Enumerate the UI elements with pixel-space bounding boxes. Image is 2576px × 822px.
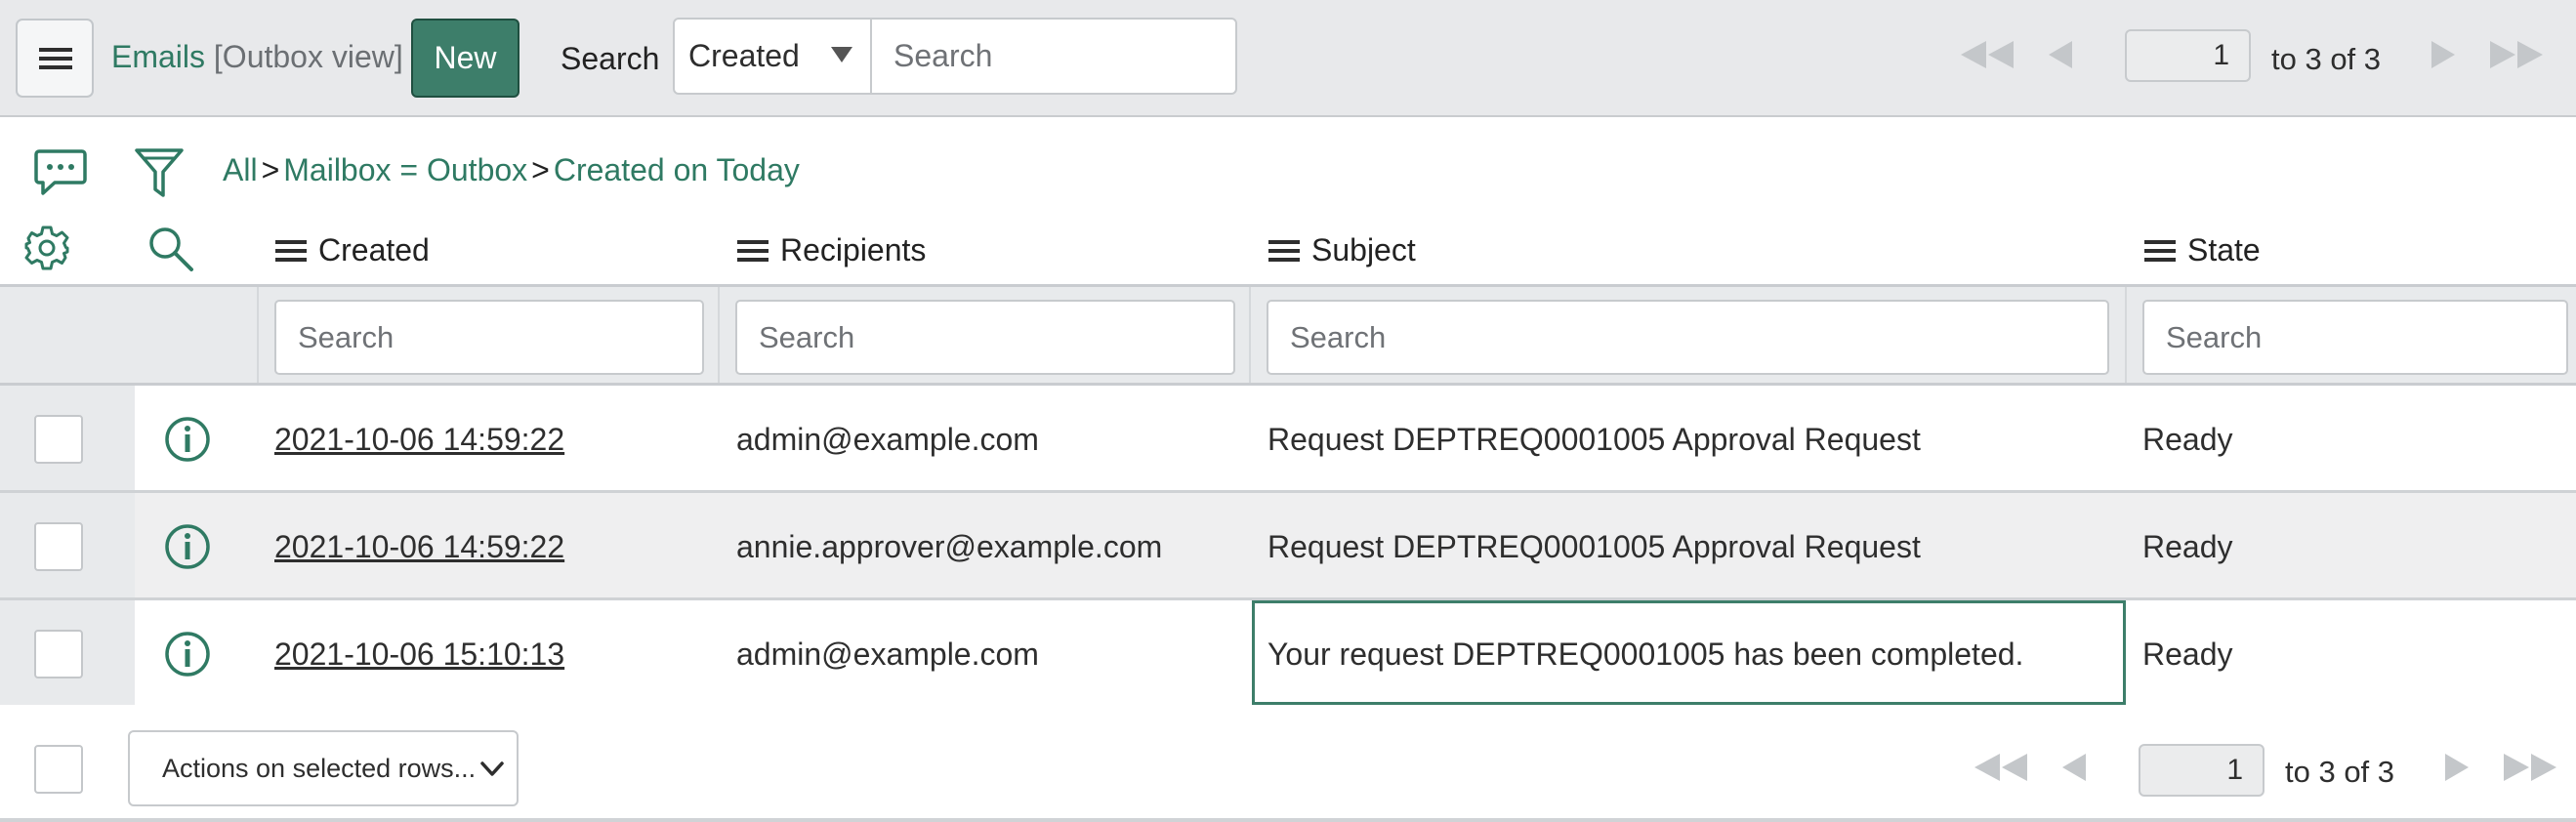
column-divider bbox=[1249, 287, 1251, 383]
pager-range-text: to 3 of 3 bbox=[2285, 755, 2395, 789]
row-checkbox[interactable] bbox=[34, 415, 83, 464]
menu-button[interactable] bbox=[16, 19, 94, 98]
view-label: [Outbox view] bbox=[213, 39, 403, 74]
breadcrumb-separator: > bbox=[261, 152, 280, 187]
chevron-left-icon[interactable] bbox=[2058, 751, 2090, 784]
gear-icon[interactable] bbox=[23, 225, 70, 271]
breadcrumb-all[interactable]: All bbox=[223, 152, 258, 187]
subject-cell: Request DEPTREQ0001005 Approval Request bbox=[1267, 422, 1921, 457]
page-input[interactable]: 1 bbox=[2139, 744, 2264, 797]
select-all-checkbox[interactable] bbox=[34, 745, 83, 794]
double-chevron-right-icon[interactable] bbox=[2500, 751, 2560, 784]
column-header-recipients[interactable]: Recipients bbox=[737, 232, 926, 268]
breadcrumb-mailbox[interactable]: Mailbox = Outbox bbox=[283, 152, 527, 187]
chevron-right-icon[interactable] bbox=[2428, 38, 2459, 71]
column-header-subject[interactable]: Subject bbox=[1268, 232, 1416, 268]
funnel-icon[interactable] bbox=[134, 146, 185, 199]
list-header: Emails [Outbox view] New Search Created … bbox=[0, 0, 2576, 117]
new-button[interactable]: New bbox=[411, 19, 519, 98]
chevron-down-icon bbox=[480, 761, 504, 776]
created-cell[interactable]: 2021-10-06 14:59:22 bbox=[274, 386, 564, 493]
breadcrumb-created[interactable]: Created on Today bbox=[554, 152, 800, 187]
column-header-created[interactable]: Created bbox=[275, 232, 430, 268]
info-circle-icon[interactable] bbox=[163, 415, 212, 464]
subject-cell: Request DEPTREQ0001005 Approval Request bbox=[1267, 529, 1921, 564]
actions-label: Actions on selected rows... bbox=[162, 754, 477, 783]
column-label: Recipients bbox=[780, 232, 927, 267]
search-input[interactable] bbox=[874, 20, 1235, 93]
table-row[interactable]: 2021-10-06 14:59:22 annie.approver@examp… bbox=[0, 490, 2576, 597]
table-row[interactable]: 2021-10-06 15:10:13 admin@example.com Yo… bbox=[0, 597, 2576, 705]
actions-select[interactable]: Actions on selected rows... bbox=[128, 730, 519, 806]
recipients-cell: admin@example.com bbox=[736, 422, 1039, 457]
chevron-right-icon[interactable] bbox=[2441, 751, 2472, 784]
created-search-input[interactable] bbox=[274, 300, 704, 375]
column-menu-icon[interactable] bbox=[737, 238, 769, 264]
subject-search-input[interactable] bbox=[1267, 300, 2109, 375]
double-chevron-right-icon[interactable] bbox=[2486, 38, 2547, 71]
subject-cell[interactable]: Your request DEPTREQ0001005 has been com… bbox=[1267, 600, 2023, 708]
column-search-row bbox=[0, 284, 2576, 386]
hamburger-menu-icon bbox=[39, 48, 72, 69]
page-input[interactable]: 1 bbox=[2125, 29, 2251, 82]
pager-range-text: to 3 of 3 bbox=[2271, 42, 2382, 76]
speech-bubble-icon[interactable] bbox=[33, 148, 88, 197]
row-checkbox[interactable] bbox=[34, 522, 83, 571]
column-divider bbox=[718, 287, 720, 383]
search-field-value: Created bbox=[688, 38, 800, 73]
top-pager: 1 to 3 of 3 bbox=[1949, 29, 2574, 88]
state-cell: Ready bbox=[2142, 529, 2233, 564]
table-row[interactable]: 2021-10-06 14:59:22 admin@example.com Re… bbox=[0, 386, 2576, 493]
state-cell: Ready bbox=[2142, 637, 2233, 672]
column-divider bbox=[257, 287, 259, 383]
search-field-select[interactable]: Created bbox=[675, 20, 872, 93]
breadcrumb-separator: > bbox=[531, 152, 550, 187]
column-header-state[interactable]: State bbox=[2144, 232, 2261, 268]
created-cell[interactable]: 2021-10-06 15:10:13 bbox=[274, 600, 564, 708]
recipients-cell: annie.approver@example.com bbox=[736, 529, 1163, 564]
search-group: Created bbox=[673, 18, 1237, 95]
row-checkbox[interactable] bbox=[34, 630, 83, 678]
recipients-cell: admin@example.com bbox=[736, 637, 1039, 672]
created-cell[interactable]: 2021-10-06 14:59:22 bbox=[274, 493, 564, 600]
double-chevron-left-icon[interactable] bbox=[1971, 751, 2031, 784]
bottom-pager: 1 to 3 of 3 bbox=[1963, 740, 2574, 799]
list-title: Emails [Outbox view] bbox=[111, 39, 403, 75]
magnifier-icon[interactable] bbox=[146, 225, 195, 273]
column-label: Created bbox=[318, 232, 430, 267]
app-title: Emails bbox=[111, 39, 206, 74]
breadcrumb: All > Mailbox = Outbox > Created on Today bbox=[223, 152, 800, 188]
bottom-border bbox=[0, 818, 2576, 822]
column-label: Subject bbox=[1311, 232, 1416, 267]
chevron-left-icon[interactable] bbox=[2045, 38, 2076, 71]
column-menu-icon[interactable] bbox=[1268, 238, 1300, 264]
state-cell: Ready bbox=[2142, 422, 2233, 457]
info-circle-icon[interactable] bbox=[163, 630, 212, 678]
column-divider bbox=[2125, 287, 2127, 383]
info-circle-icon[interactable] bbox=[163, 522, 212, 571]
recipients-search-input[interactable] bbox=[735, 300, 1235, 375]
state-search-input[interactable] bbox=[2142, 300, 2568, 375]
column-menu-icon[interactable] bbox=[275, 238, 307, 264]
caret-down-icon bbox=[831, 47, 852, 62]
search-label: Search bbox=[561, 41, 660, 76]
double-chevron-left-icon[interactable] bbox=[1957, 38, 2017, 71]
column-menu-icon[interactable] bbox=[2144, 238, 2176, 264]
column-label: State bbox=[2187, 232, 2261, 267]
